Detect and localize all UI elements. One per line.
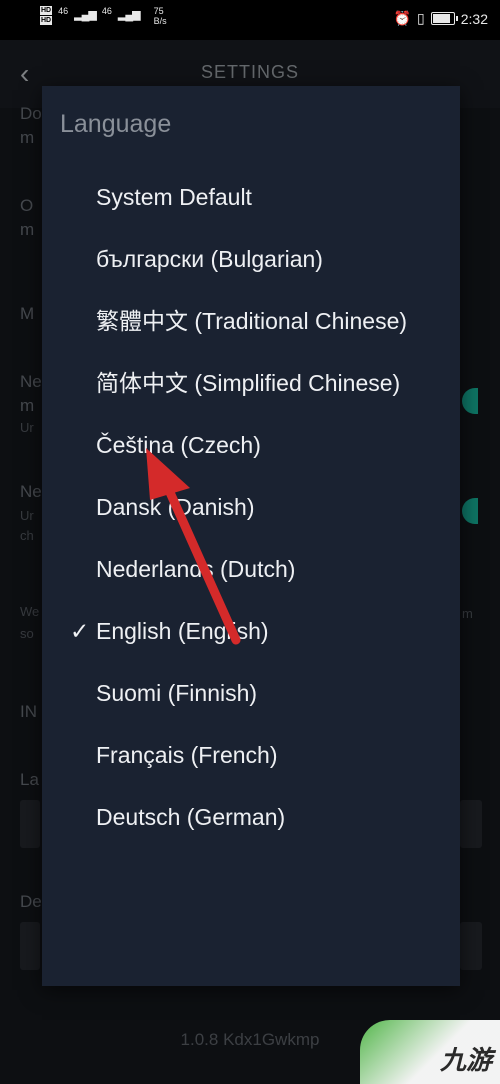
language-option-traditional-chinese[interactable]: 繁體中文 (Traditional Chinese) — [42, 290, 460, 352]
hd-badges: HD HD — [40, 6, 53, 25]
language-dialog: Language System Default български (Bulga… — [42, 86, 460, 986]
language-option-german[interactable]: Deutsch (German) — [42, 786, 460, 846]
network-type: 46 — [58, 6, 69, 16]
network-type: 46 — [101, 6, 112, 16]
language-label: English (English) — [96, 618, 269, 644]
status-left: HD HD 46 ▂▄▆ 46 ▂▄▆ 75 B/s — [40, 6, 167, 26]
status-right: ⏰ ▯ 2:32 — [394, 10, 488, 27]
signal-icon: ▂▄▆ — [74, 9, 97, 21]
language-option-czech[interactable]: Čeština (Czech) — [42, 414, 460, 476]
language-option-bulgarian[interactable]: български (Bulgarian) — [42, 228, 460, 290]
language-option-danish[interactable]: Dansk (Danish) — [42, 476, 460, 538]
battery-icon — [430, 12, 458, 25]
language-option-english[interactable]: ✓ English (English) — [42, 600, 460, 662]
dialog-title: Language — [60, 110, 172, 138]
language-option-system-default[interactable]: System Default — [42, 166, 460, 228]
signal-icon: ▂▄▆ — [117, 9, 141, 21]
hd-badge: HD — [40, 6, 53, 15]
status-time: 2:32 — [460, 10, 488, 27]
language-option-dutch[interactable]: Nederlands (Dutch) — [42, 538, 460, 600]
language-option-french[interactable]: Français (French) — [42, 724, 460, 786]
alarm-icon: ⏰ — [393, 10, 412, 26]
vibrate-icon: ▯ — [417, 10, 425, 26]
watermark-text: 九游 — [439, 1045, 492, 1075]
language-list: System Default български (Bulgarian) 繁體中… — [42, 166, 460, 846]
language-option-finnish[interactable]: Suomi (Finnish) — [42, 662, 460, 724]
hd-badge: HD — [40, 16, 53, 25]
checkmark-icon: ✓ — [70, 618, 90, 644]
network-speed: 75 B/s — [153, 6, 167, 26]
status-bar: HD HD 46 ▂▄▆ 46 ▂▄▆ 75 B/s ⏰ ▯ 2:32 — [0, 0, 500, 40]
language-option-simplified-chinese[interactable]: 简体中文 (Simplified Chinese) — [42, 352, 460, 414]
